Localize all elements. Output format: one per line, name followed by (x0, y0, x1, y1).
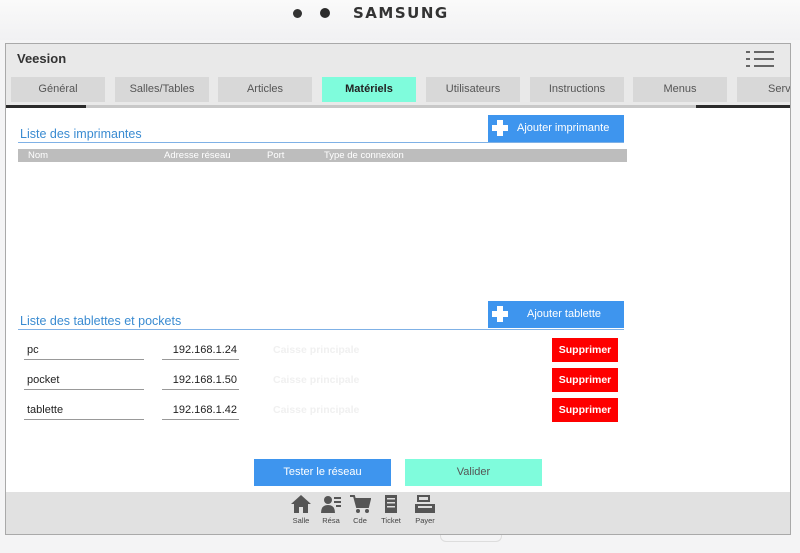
tab-services[interactable]: Servi (737, 77, 790, 102)
tablet-name-input[interactable] (24, 400, 144, 420)
nav-item-payer[interactable]: Payer (410, 494, 440, 530)
reservation-icon (321, 496, 341, 513)
printers-table-body (18, 162, 627, 302)
cart-icon (350, 495, 371, 513)
add-tablet-label: Ajouter tablette (527, 308, 601, 320)
tablet-name-input[interactable] (24, 370, 144, 390)
tablet-ip-input[interactable] (162, 400, 239, 420)
column-header-connection-type: Type de connexion (324, 150, 404, 161)
tablet-register: Caisse principale (273, 404, 360, 416)
home-button-outline (440, 535, 502, 542)
camera-icon (320, 8, 330, 18)
printers-section-title: Liste des imprimantes (20, 127, 142, 141)
tablet-ip-input[interactable] (162, 340, 239, 360)
tab-bar: Général Salles/Tables Articles Matériels… (6, 74, 790, 106)
bottom-nav-bar: Salle Résa Cde Ticket Payer (6, 492, 790, 534)
printers-table-header: Nom Adresse réseau Port Type de connexio… (18, 149, 627, 162)
tablet-register: Caisse principale (273, 374, 360, 386)
nav-item-cde[interactable]: Cde (345, 494, 375, 530)
column-header-address: Adresse réseau (164, 150, 231, 161)
app-screen: Veesion Général Salles/Tables Articles M… (5, 43, 791, 535)
validate-button[interactable]: Valider (405, 459, 542, 486)
tab-articles[interactable]: Articles (218, 77, 312, 102)
test-network-button[interactable]: Tester le réseau (254, 459, 391, 486)
tab-utilisateurs[interactable]: Utilisateurs (426, 77, 520, 102)
delete-tablet-button[interactable]: Supprimer (552, 338, 618, 362)
add-printer-label: Ajouter imprimante (517, 122, 610, 134)
plus-icon (492, 120, 508, 136)
ticket-icon (385, 495, 397, 513)
nav-label: Résa (322, 516, 340, 525)
nav-label: Salle (292, 516, 310, 525)
tab-materiels[interactable]: Matériels (322, 77, 416, 102)
add-tablet-button[interactable]: Ajouter tablette (488, 301, 624, 328)
tablets-section-divider (18, 329, 624, 330)
delete-tablet-button[interactable]: Supprimer (552, 398, 618, 422)
tab-instructions[interactable]: Instructions (530, 77, 624, 102)
device-bezel-top: SAMSUNG (0, 0, 800, 40)
nav-label: Ticket (381, 516, 401, 525)
printers-section-divider (18, 142, 624, 143)
tab-menus[interactable]: Menus (633, 77, 727, 102)
app-title: Veesion (17, 51, 67, 66)
column-header-port: Port (267, 150, 285, 161)
nav-item-ticket[interactable]: Ticket (376, 494, 406, 530)
sensor-icon (293, 9, 302, 18)
tablet-name-input[interactable] (24, 340, 144, 360)
nav-label: Cde (353, 516, 367, 525)
tablets-section-title: Liste des tablettes et pockets (20, 314, 182, 328)
add-printer-button[interactable]: Ajouter imprimante (488, 115, 624, 142)
home-icon (291, 495, 311, 513)
delete-tablet-button[interactable]: Supprimer (552, 368, 618, 392)
nav-item-resa[interactable]: Résa (316, 494, 346, 530)
tab-general[interactable]: Général (11, 77, 105, 102)
nav-item-salle[interactable]: Salle (286, 494, 316, 530)
column-header-name: Nom (28, 150, 49, 161)
device-brand: SAMSUNG (353, 4, 449, 22)
tab-salles-tables[interactable]: Salles/Tables (115, 77, 209, 102)
title-bar: Veesion (6, 44, 790, 74)
hamburger-menu-icon[interactable] (746, 49, 774, 69)
register-icon (415, 495, 435, 513)
nav-label: Payer (415, 516, 435, 525)
tablet-ip-input[interactable] (162, 370, 239, 390)
plus-icon (492, 306, 508, 322)
tablet-register: Caisse principale (273, 344, 360, 356)
tab-underline (6, 105, 790, 108)
